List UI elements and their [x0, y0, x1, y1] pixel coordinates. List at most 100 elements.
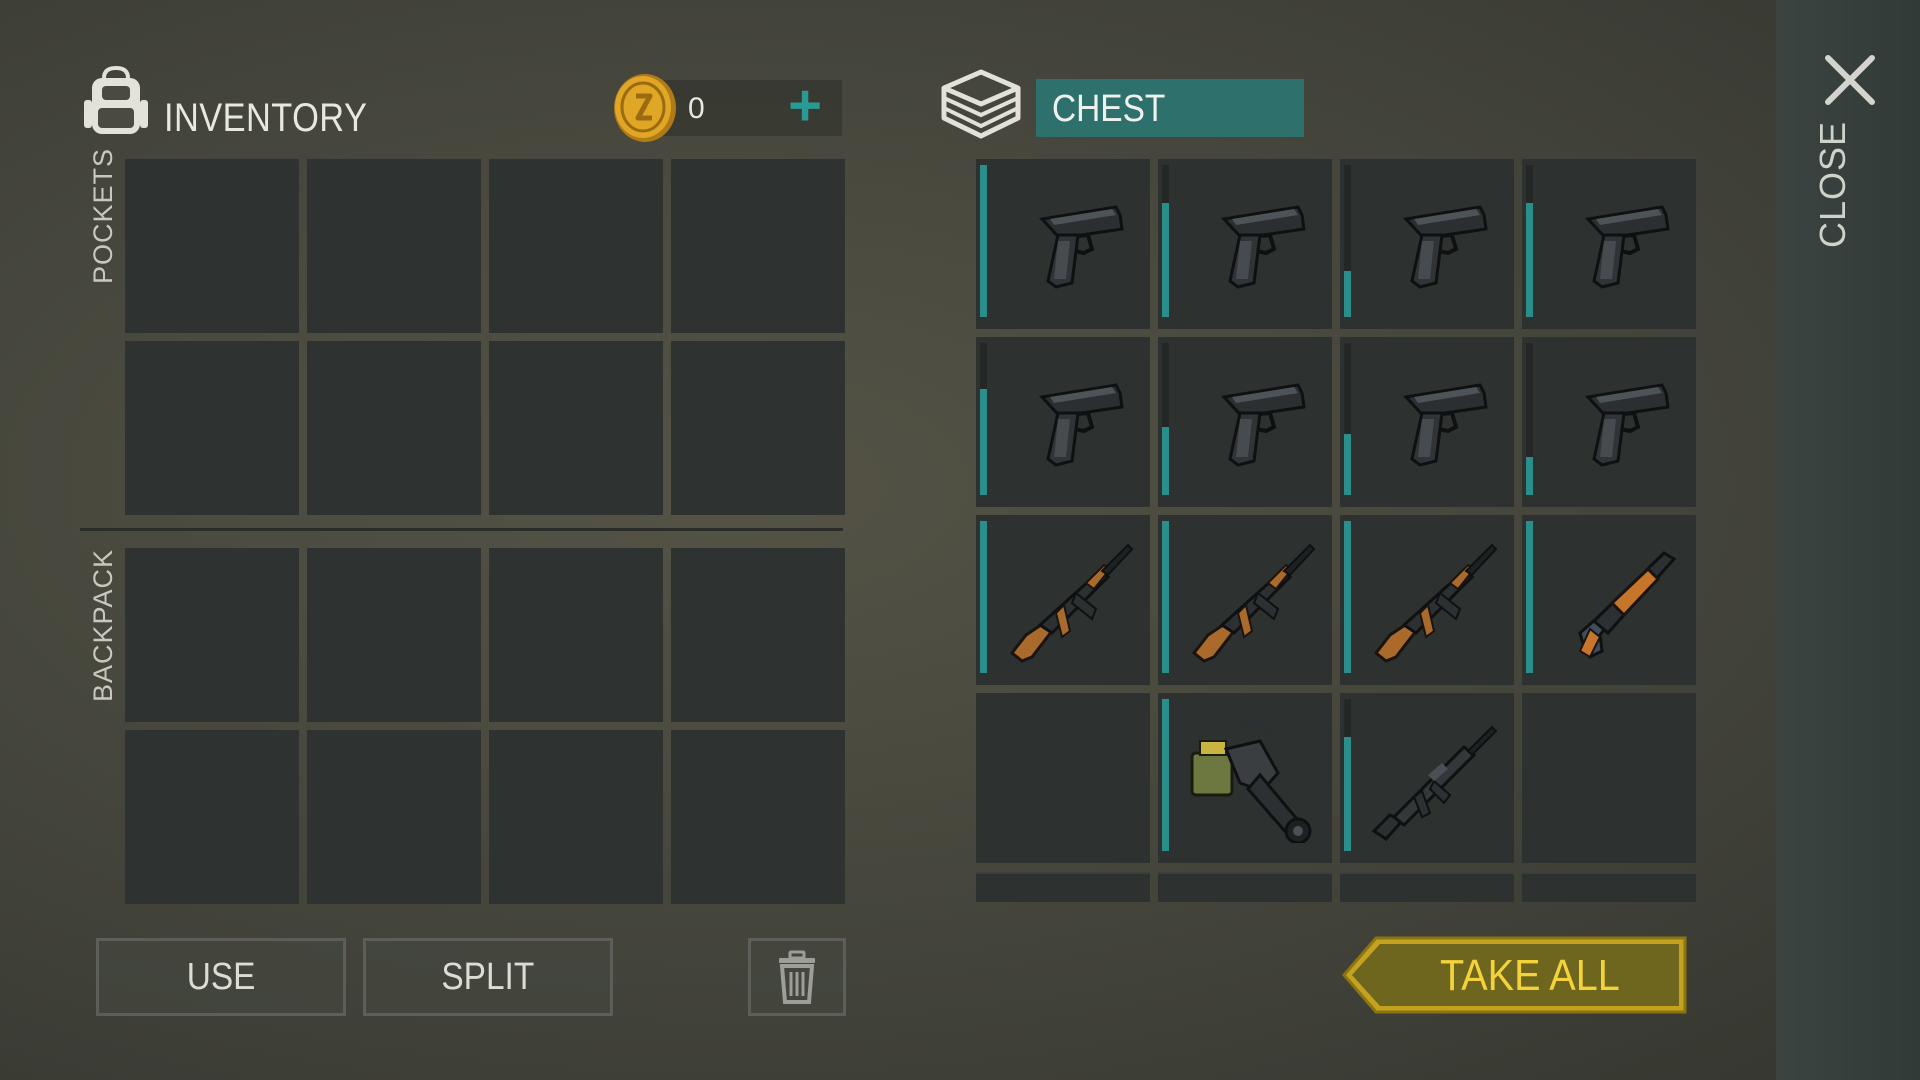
condition-bar [1162, 343, 1169, 495]
chest-slot-partial[interactable] [1522, 872, 1696, 902]
backpack-slot[interactable] [307, 548, 481, 722]
coin-balance: 0 [688, 92, 705, 125]
condition-bar-fill [1526, 203, 1533, 317]
close-label[interactable]: CLOSE [1812, 121, 1854, 248]
condition-bar-fill [1344, 521, 1351, 673]
condition-bar [980, 343, 987, 495]
condition-bar [1162, 521, 1169, 673]
pockets-grid [125, 159, 845, 515]
pocket-slot[interactable] [671, 341, 845, 515]
chest-slot-pistol[interactable] [1158, 159, 1332, 329]
shotgun-icon [1578, 551, 1677, 659]
condition-bar [1526, 343, 1533, 495]
condition-bar-fill [1162, 699, 1169, 851]
assault-rifle-icon [1009, 543, 1134, 663]
condition-bar-fill [1162, 426, 1169, 495]
backpack-slot[interactable] [489, 548, 663, 722]
backpack-slot[interactable] [671, 548, 845, 722]
chest-slot-assault-rifle[interactable] [1158, 515, 1332, 685]
chest-slot-empty[interactable] [1522, 693, 1696, 863]
condition-bar-fill [1526, 521, 1533, 673]
chest-slot-pistol[interactable] [1522, 337, 1696, 507]
take-all-button[interactable] [1342, 936, 1687, 1014]
pistol-icon [1039, 383, 1124, 467]
condition-bar [1162, 165, 1169, 317]
use-button[interactable]: USE [96, 938, 346, 1016]
pistol-icon [1221, 383, 1306, 467]
use-button-label: USE [186, 956, 256, 998]
chest-slot-pistol[interactable] [976, 159, 1150, 329]
backpack-slot[interactable] [125, 730, 299, 904]
backpack-slot[interactable] [125, 548, 299, 722]
chest-slot-shotgun[interactable] [1522, 515, 1696, 685]
condition-bar [1344, 521, 1351, 673]
chest-grid [976, 159, 1696, 863]
chest-next-row [976, 872, 1696, 902]
pockets-label: POCKETS [88, 147, 118, 284]
m16-rifle-icon [1371, 725, 1498, 841]
chest-slot-partial[interactable] [1158, 872, 1332, 902]
pocket-slot[interactable] [307, 341, 481, 515]
pocket-slot[interactable] [125, 159, 299, 333]
split-button-label: SPLIT [441, 956, 535, 998]
chest-slot-pistol[interactable] [1340, 337, 1514, 507]
pistol-icon [1585, 205, 1670, 289]
chest-slot-partial[interactable] [1340, 872, 1514, 902]
trash-icon [779, 950, 815, 1004]
condition-bar-fill [980, 388, 987, 495]
backpack-slot[interactable] [671, 730, 845, 904]
condition-bar-fill [980, 165, 987, 317]
chest-slot-partial[interactable] [976, 872, 1150, 902]
chest-slot-pistol[interactable] [1158, 337, 1332, 507]
pocket-slot[interactable] [125, 341, 299, 515]
chest-slot-assault-rifle-laser[interactable] [976, 515, 1150, 685]
backpack-grid [125, 548, 845, 904]
backpack-label: BACKPACK [88, 548, 118, 702]
condition-bar [1162, 699, 1169, 851]
chest-slot-m16-rifle[interactable] [1340, 693, 1514, 863]
condition-bar-fill [980, 521, 987, 673]
minigun-icon [1190, 719, 1312, 843]
add-coins-button[interactable]: + [780, 77, 830, 136]
pistol-icon [1403, 383, 1488, 467]
coin-icon [614, 74, 676, 142]
condition-bar [980, 165, 987, 317]
condition-bar-fill [1162, 203, 1169, 317]
chest-slot-minigun[interactable] [1158, 693, 1332, 863]
section-divider [80, 528, 843, 531]
condition-bar-fill [1526, 457, 1533, 495]
pistol-icon [1221, 205, 1306, 289]
assault-rifle-icon [1373, 543, 1498, 663]
chest-slot-pistol[interactable] [976, 337, 1150, 507]
pocket-slot[interactable] [671, 159, 845, 333]
condition-bar [1526, 521, 1533, 673]
pistol-icon [1403, 205, 1488, 289]
condition-bar [1344, 699, 1351, 851]
backpack-slot[interactable] [307, 730, 481, 904]
chest-title: CHEST [1052, 88, 1166, 130]
condition-bar-fill [1344, 737, 1351, 851]
chest-slot-empty[interactable] [976, 693, 1150, 863]
inventory-title: INVENTORY [164, 96, 368, 140]
pocket-slot[interactable] [489, 159, 663, 333]
pistol-icon [1585, 383, 1670, 467]
condition-bar [980, 521, 987, 673]
assault-rifle-icon [1191, 543, 1316, 663]
condition-bar-fill [1162, 521, 1169, 673]
close-icon[interactable] [1822, 52, 1878, 108]
pocket-slot[interactable] [307, 159, 481, 333]
pistol-icon [1039, 205, 1124, 289]
chest-icon [941, 69, 1021, 139]
condition-bar-fill [1344, 271, 1351, 317]
condition-bar [1526, 165, 1533, 317]
chest-slot-pistol[interactable] [1340, 159, 1514, 329]
backpack-slot[interactable] [489, 730, 663, 904]
chest-slot-pistol[interactable] [1522, 159, 1696, 329]
split-button[interactable]: SPLIT [363, 938, 613, 1016]
pocket-slot[interactable] [489, 341, 663, 515]
condition-bar [1344, 165, 1351, 317]
condition-bar [1344, 343, 1351, 495]
chest-slot-assault-rifle[interactable] [1340, 515, 1514, 685]
trash-button[interactable] [748, 938, 846, 1016]
backpack-icon [84, 65, 148, 134]
